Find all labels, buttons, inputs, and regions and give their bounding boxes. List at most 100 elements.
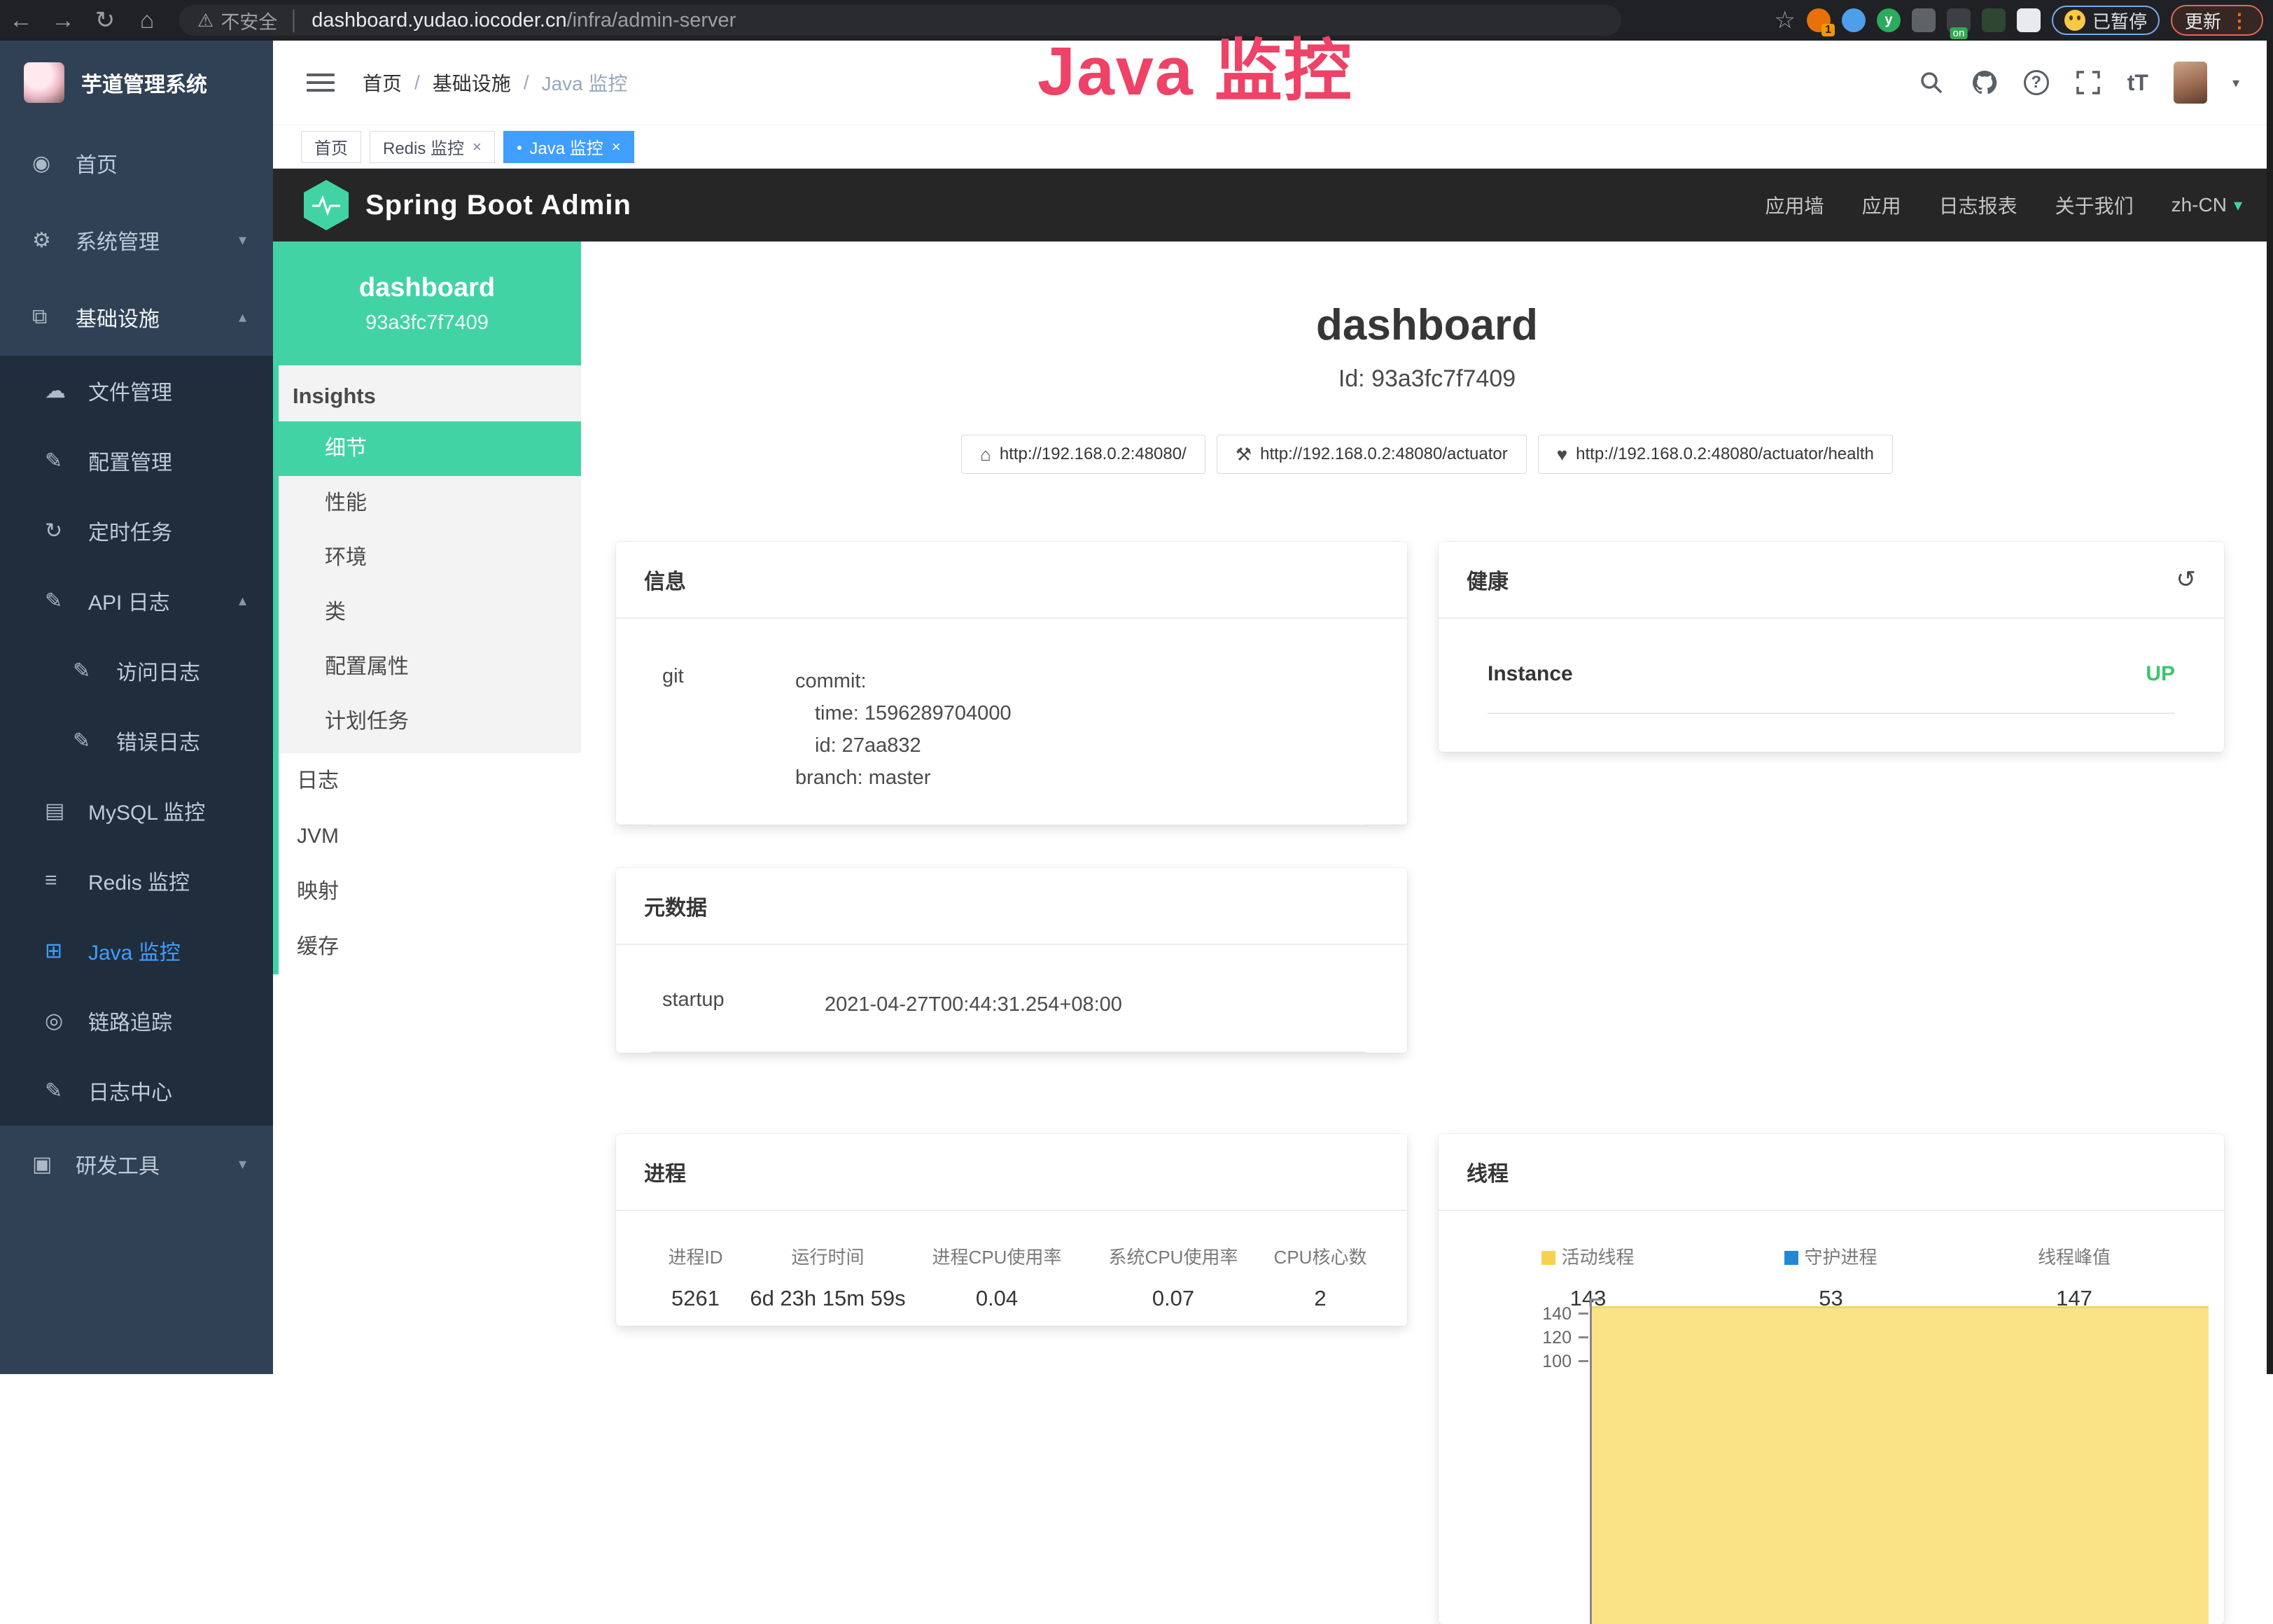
menu-item-details[interactable]: 细节 (273, 421, 581, 476)
tag-tab-bar: 首页 Redis 监控 × ● Java 监控 × (273, 125, 2273, 169)
spring-boot-admin-logo-icon[interactable] (304, 180, 349, 230)
breadcrumb-current: Java 监控 (542, 69, 628, 97)
sidebar-item-infrastructure[interactable]: ⧉ 基础设施 ▴ (0, 279, 273, 356)
tick-mark (1579, 1360, 1588, 1362)
service-url: http://192.168.0.2:48080/ (1000, 444, 1187, 464)
sba-nav-links: 应用墙 应用 日志报表 关于我们 zh-CN ▾ (1765, 191, 2242, 219)
chrome-update-button[interactable]: 更新 ⋮ (2171, 5, 2263, 36)
extension-badge: 1 (1821, 24, 1835, 36)
health-url-button[interactable]: ♥ http://192.168.0.2:48080/actuator/heal… (1538, 435, 1893, 474)
sidebar-item-label: 访问日志 (116, 655, 200, 686)
github-icon[interactable] (1971, 69, 1999, 97)
menu-item-config-props[interactable]: 配置属性 (279, 640, 581, 694)
metadata-value: 2021-04-27T00:44:31.254+08:00 (825, 988, 1122, 1021)
close-icon[interactable]: × (612, 138, 621, 156)
sba-brand-title[interactable]: Spring Boot Admin (365, 190, 631, 221)
menu-item-logs[interactable]: 日志 (279, 753, 581, 808)
menu-item-classes[interactable]: 类 (279, 585, 581, 640)
sidebar-item-label: 文件管理 (88, 375, 172, 406)
tab-redis-monitor[interactable]: Redis 监控 × (370, 131, 495, 163)
sidebar-item-log-center[interactable]: ✎ 日志中心 (0, 1056, 273, 1126)
search-icon[interactable] (1917, 69, 1945, 97)
service-url-button[interactable]: ⌂ http://192.168.0.2:48080/ (961, 435, 1205, 474)
extension-leaf-icon[interactable] (1982, 8, 2006, 32)
sidebar-item-label: 错误日志 (116, 725, 200, 756)
cloud-upload-icon: ☁ (45, 379, 77, 403)
paused-extension-pill[interactable]: 已暂停 (2052, 6, 2160, 35)
chevron-up-icon: ▴ (239, 592, 246, 610)
app-logo-avatar (24, 62, 64, 103)
address-bar[interactable]: ⚠ 不安全 │ dashboard.yudao.iocoder.cn /infr… (179, 5, 1621, 36)
sidebar-item-access-log[interactable]: ✎ 访问日志 (0, 636, 273, 706)
instance-name: dashboard (359, 273, 495, 303)
close-icon[interactable]: × (473, 138, 482, 156)
sidebar-item-redis-monitor[interactable]: ≡ Redis 监控 (0, 846, 273, 916)
browser-menu-icon[interactable]: ⋮ (2230, 9, 2249, 32)
sidebar-item-tracing[interactable]: ◎ 链路追踪 (0, 986, 273, 1056)
breadcrumb-home[interactable]: 首页 (363, 69, 402, 97)
extension-orange-icon[interactable]: 1 (1807, 8, 1831, 32)
menu-item-scheduled-tasks[interactable]: 计划任务 (279, 694, 581, 749)
legend-daemon-threads: 守护进程 (1709, 1243, 1952, 1269)
breadcrumb-infrastructure[interactable]: 基础设施 (433, 69, 511, 97)
extension-y-icon[interactable]: y (1877, 8, 1901, 32)
fullscreen-icon[interactable] (2074, 69, 2102, 97)
sidebar-item-label: 研发工具 (76, 1149, 160, 1180)
sidebar-item-api-log[interactable]: ✎ API 日志 ▴ (0, 566, 273, 636)
menu-item-metrics[interactable]: 性能 (279, 476, 581, 531)
sba-link-wallboard[interactable]: 应用墙 (1765, 191, 1824, 219)
locale-selector[interactable]: zh-CN ▾ (2171, 194, 2242, 216)
history-icon[interactable]: ↺ (2176, 566, 2197, 594)
extension-pin-icon[interactable] (1842, 8, 1866, 32)
locale-label: zh-CN (2171, 194, 2227, 216)
status-badge: UP (2146, 662, 2175, 686)
sidebar-item-config-mgmt[interactable]: ✎ 配置管理 (0, 426, 273, 496)
update-label: 更新 (2185, 8, 2221, 34)
breadcrumb: 首页 / 基础设施 / Java 监控 (363, 69, 628, 97)
sidebar-item-mysql-monitor[interactable]: ▤ MySQL 监控 (0, 776, 273, 846)
menu-item-caches[interactable]: 缓存 (279, 919, 581, 974)
chevron-down-icon: ▾ (239, 1155, 246, 1173)
tab-java-monitor[interactable]: ● Java 监控 × (503, 131, 634, 163)
sba-link-journal[interactable]: 日志报表 (1939, 191, 2017, 219)
user-menu-caret-icon[interactable]: ▾ (2232, 74, 2239, 92)
user-avatar[interactable] (2174, 62, 2207, 104)
extension-on-badge: on (1950, 27, 1968, 39)
sba-link-applications[interactable]: 应用 (1862, 191, 1901, 219)
extensions-puzzle-icon[interactable] (2017, 8, 2041, 32)
browser-back-icon[interactable]: ← (0, 7, 42, 34)
sidebar-item-system-mgmt[interactable]: ⚙ 系统管理 ▾ (0, 202, 273, 279)
help-icon[interactable]: ? (2024, 70, 2049, 95)
sidebar-item-label: API 日志 (88, 585, 170, 616)
browser-reload-icon[interactable]: ↻ (84, 6, 126, 34)
instance-header[interactable]: dashboard 93a3fc7f7409 (273, 241, 581, 365)
extension-grid-icon[interactable] (1912, 8, 1936, 32)
breadcrumb-separator: / (414, 71, 420, 94)
sidebar-item-dev-tools[interactable]: ▣ 研发工具 ▾ (0, 1126, 273, 1203)
y-axis-tick-140: 140 (1509, 1304, 1572, 1324)
app-logo-row[interactable]: 芋道管理系统 (0, 41, 273, 125)
sidebar-item-error-log[interactable]: ✎ 错误日志 (0, 706, 273, 776)
sba-navbar: Spring Boot Admin 应用墙 应用 日志报表 关于我们 zh-CN… (273, 169, 2273, 241)
bookmark-star-icon[interactable]: ☆ (1774, 6, 1795, 34)
tab-label: Redis 监控 (383, 134, 464, 159)
browser-forward-icon[interactable]: → (42, 7, 84, 34)
text-size-icon[interactable]: tT (2127, 70, 2148, 96)
sidebar-item-scheduled-jobs[interactable]: ↻ 定时任务 (0, 496, 273, 566)
actuator-url-button[interactable]: ⚒ http://192.168.0.2:48080/actuator (1217, 435, 1527, 474)
menu-item-mappings[interactable]: 映射 (279, 864, 581, 919)
sidebar-item-home[interactable]: ◉ 首页 (0, 125, 273, 202)
security-label[interactable]: 不安全 (221, 7, 277, 34)
tab-home[interactable]: 首页 (301, 131, 361, 163)
hamburger-icon[interactable] (307, 69, 335, 97)
sba-link-about[interactable]: 关于我们 (2055, 191, 2134, 219)
browser-home-icon[interactable]: ⌂ (126, 7, 168, 34)
menu-item-jvm[interactable]: JVM (279, 808, 581, 864)
sidebar-item-file-mgmt[interactable]: ☁ 文件管理 (0, 356, 273, 426)
insights-section-label: Insights (279, 365, 581, 421)
heart-icon: ♥ (1557, 444, 1567, 465)
sidebar-item-java-monitor[interactable]: ⊞ Java 监控 (0, 916, 273, 986)
extension-list-icon[interactable]: on (1947, 8, 1971, 32)
briefcase-icon: ▣ (32, 1152, 64, 1177)
menu-item-environment[interactable]: 环境 (279, 531, 581, 585)
